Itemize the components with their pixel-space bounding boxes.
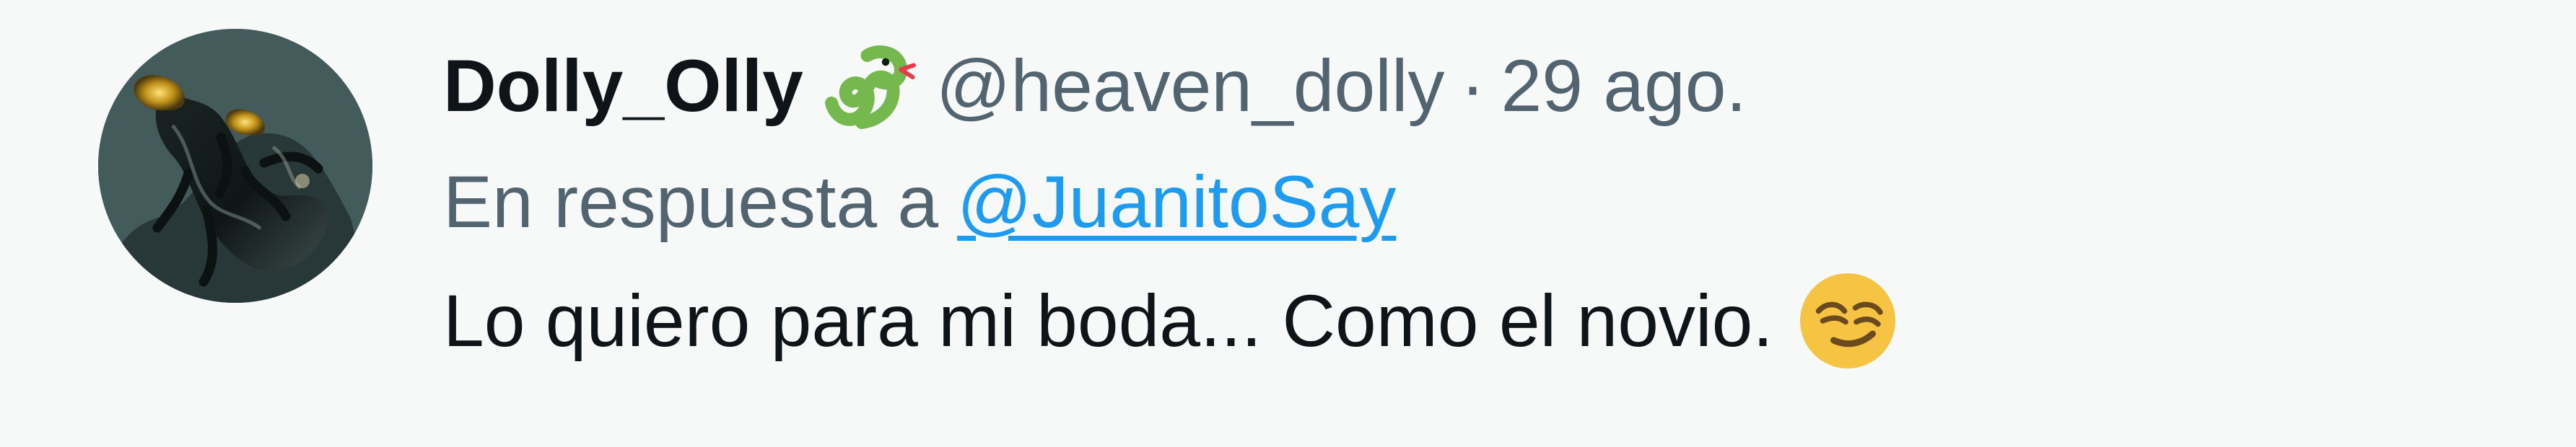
tweet-header: Dolly_Olly @heaven_dolly · 29 ago. (443, 32, 2479, 140)
reply-prefix: En respuesta a (443, 160, 939, 243)
tweet-content: Dolly_Olly @heaven_dolly · 29 ago. En re… (443, 32, 2479, 375)
avatar-image (98, 29, 372, 303)
tweet-date[interactable]: 29 ago. (1501, 49, 1747, 123)
smirk-icon (1799, 273, 1895, 368)
snake-icon (824, 45, 916, 129)
tweet-card[interactable]: Dolly_Olly @heaven_dolly · 29 ago. En re… (0, 0, 2576, 447)
display-name[interactable]: Dolly_Olly (443, 49, 803, 123)
avatar[interactable] (98, 29, 372, 303)
user-handle[interactable]: @heaven_dolly (936, 49, 1445, 123)
tweet-text: Lo quiero para mi boda... Como el novio. (443, 267, 2479, 375)
reply-to-link[interactable]: @JuanitoSay (957, 165, 1396, 239)
reply-context: En respuesta a @JuanitoSay (443, 153, 2479, 250)
metadata-separator: · (1460, 45, 1485, 127)
tweet-body: Lo quiero para mi boda... Como el novio. (443, 280, 1773, 362)
